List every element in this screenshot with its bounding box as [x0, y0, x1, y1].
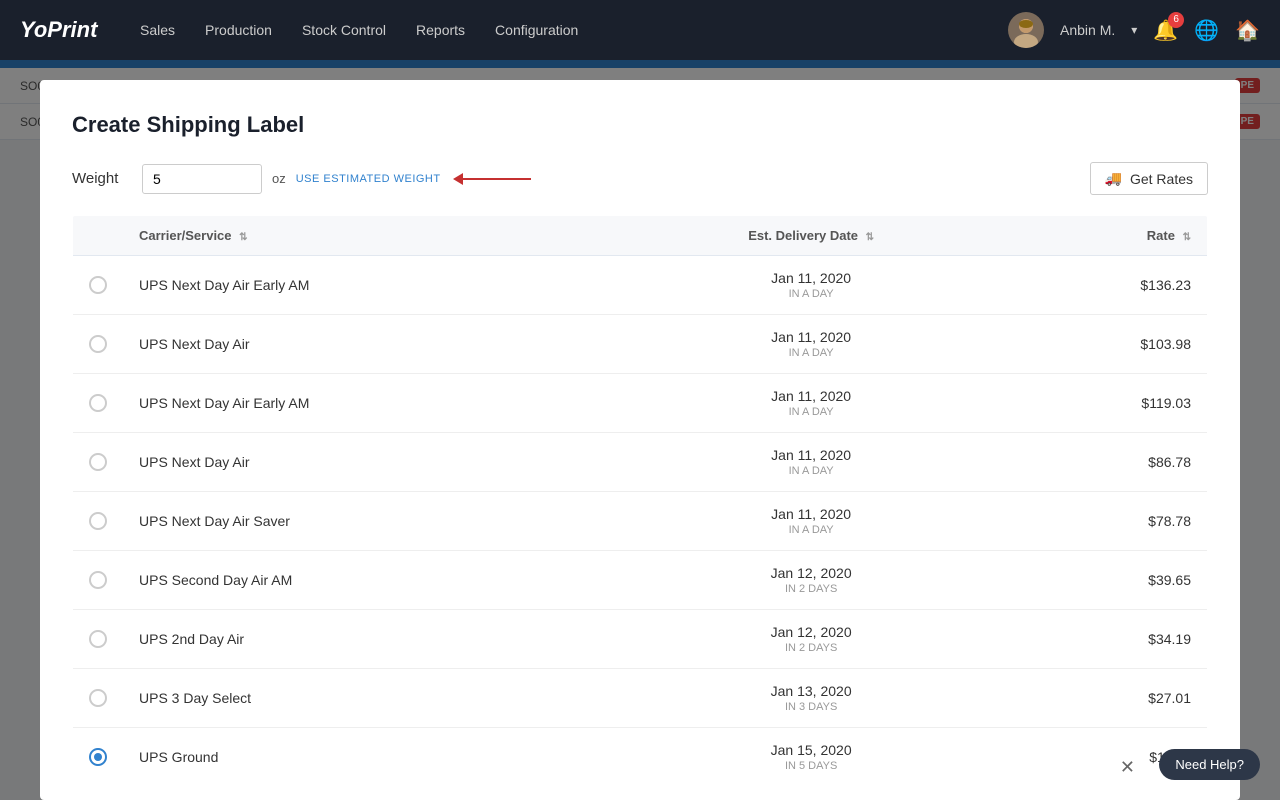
carrier-name: UPS Next Day Air	[123, 315, 618, 374]
rate-value: $136.23	[1004, 256, 1207, 315]
nav-items: Sales Production Stock Control Reports C…	[140, 18, 978, 42]
radio-btn-6[interactable]	[89, 630, 107, 648]
rate-value: $78.78	[1004, 492, 1207, 551]
radio-btn-7[interactable]	[89, 689, 107, 707]
delivery-date: Jan 11, 2020IN A DAY	[618, 374, 1004, 433]
avatar	[1008, 12, 1044, 48]
rate-value: $103.98	[1004, 315, 1207, 374]
radio-btn-0[interactable]	[89, 276, 107, 294]
need-help-button[interactable]: Need Help?	[1159, 749, 1260, 780]
table-row: UPS Next Day Air Early AMJan 11, 2020IN …	[73, 374, 1208, 433]
globe-icon[interactable]: 🌐	[1194, 18, 1219, 43]
delivery-sub: IN 5 DAYS	[634, 760, 988, 772]
nav-reports[interactable]: Reports	[416, 18, 465, 42]
table-row: UPS Next Day Air SaverJan 11, 2020IN A D…	[73, 492, 1208, 551]
carrier-sort-icon[interactable]: ⇅	[239, 232, 247, 243]
get-rates-label: Get Rates	[1130, 171, 1193, 187]
rate-column-header: Rate ⇅	[1004, 216, 1207, 256]
table-row: UPS 2nd Day AirJan 12, 2020IN 2 DAYS$34.…	[73, 610, 1208, 669]
delivery-sub: IN A DAY	[634, 406, 988, 418]
delivery-sub: IN A DAY	[634, 465, 988, 477]
radio-btn-3[interactable]	[89, 453, 107, 471]
create-shipping-label-modal: Create Shipping Label Weight oz USE ESTI…	[40, 80, 1240, 800]
delivery-date: Jan 12, 2020IN 2 DAYS	[618, 551, 1004, 610]
delivery-date: Jan 11, 2020IN A DAY	[618, 492, 1004, 551]
nav-sales[interactable]: Sales	[140, 18, 175, 42]
carrier-name: UPS Next Day Air Saver	[123, 492, 618, 551]
nav-configuration[interactable]: Configuration	[495, 18, 578, 42]
delivery-sub: IN 2 DAYS	[634, 642, 988, 654]
home-icon[interactable]: 🏠	[1235, 18, 1260, 43]
nav-production[interactable]: Production	[205, 18, 272, 42]
delivery-date: Jan 15, 2020IN 5 DAYS	[618, 728, 1004, 787]
table-row: UPS Next Day AirJan 11, 2020IN A DAY$86.…	[73, 433, 1208, 492]
delivery-sort-icon[interactable]: ⇅	[866, 232, 874, 243]
radio-btn-5[interactable]	[89, 571, 107, 589]
radio-btn-8[interactable]	[89, 748, 107, 766]
delivery-sub: IN 2 DAYS	[634, 583, 988, 595]
carrier-column-header: Carrier/Service ⇅	[123, 216, 618, 256]
truck-icon: 🚚	[1105, 170, 1122, 187]
carrier-name: UPS Next Day Air Early AM	[123, 374, 618, 433]
carrier-name: UPS Second Day Air AM	[123, 551, 618, 610]
table-row: UPS Next Day AirJan 11, 2020IN A DAY$103…	[73, 315, 1208, 374]
radio-btn-1[interactable]	[89, 335, 107, 353]
arrow-indicator	[461, 178, 531, 180]
delivery-sub: IN A DAY	[634, 347, 988, 359]
user-name: Anbin M.	[1060, 22, 1115, 38]
weight-input[interactable]	[142, 164, 262, 194]
carrier-name: UPS Next Day Air Early AM	[123, 256, 618, 315]
rate-value: $86.78	[1004, 433, 1207, 492]
table-row: UPS GroundJan 15, 2020IN 5 DAYS$11.14	[73, 728, 1208, 787]
carrier-name: UPS 3 Day Select	[123, 669, 618, 728]
modal-title: Create Shipping Label	[72, 112, 1208, 138]
weight-row: Weight oz USE ESTIMATED WEIGHT 🚚 Get Rat…	[72, 162, 1208, 195]
notification-count: 6	[1168, 12, 1184, 28]
app-logo: YoPrint	[20, 17, 100, 43]
radio-btn-2[interactable]	[89, 394, 107, 412]
weight-unit: oz	[272, 171, 286, 186]
delivery-date: Jan 11, 2020IN A DAY	[618, 315, 1004, 374]
rates-table: Carrier/Service ⇅ Est. Delivery Date ⇅ R…	[72, 215, 1208, 787]
delivery-date: Jan 11, 2020IN A DAY	[618, 256, 1004, 315]
close-help-icon[interactable]: ✕	[1120, 757, 1135, 778]
carrier-name: UPS Next Day Air	[123, 433, 618, 492]
table-row: UPS Second Day Air AMJan 12, 2020IN 2 DA…	[73, 551, 1208, 610]
arrow-line	[461, 178, 531, 180]
select-column-header	[73, 216, 124, 256]
carrier-name: UPS 2nd Day Air	[123, 610, 618, 669]
delivery-sub: IN A DAY	[634, 288, 988, 300]
nav-right: Anbin M. ▾ 🔔 6 🌐 🏠	[1008, 12, 1260, 48]
rate-value: $119.03	[1004, 374, 1207, 433]
carrier-name: UPS Ground	[123, 728, 618, 787]
table-row: UPS 3 Day SelectJan 13, 2020IN 3 DAYS$27…	[73, 669, 1208, 728]
modal-overlay: Create Shipping Label Weight oz USE ESTI…	[0, 60, 1280, 800]
table-row: UPS Next Day Air Early AMJan 11, 2020IN …	[73, 256, 1208, 315]
notification-badge[interactable]: 🔔 6	[1153, 18, 1178, 43]
weight-label: Weight	[72, 170, 132, 187]
rate-value: $34.19	[1004, 610, 1207, 669]
delivery-date: Jan 12, 2020IN 2 DAYS	[618, 610, 1004, 669]
delivery-date: Jan 13, 2020IN 3 DAYS	[618, 669, 1004, 728]
rate-value: $39.65	[1004, 551, 1207, 610]
delivery-sub: IN 3 DAYS	[634, 701, 988, 713]
get-rates-button[interactable]: 🚚 Get Rates	[1090, 162, 1208, 195]
use-estimated-weight-link[interactable]: USE ESTIMATED WEIGHT	[296, 173, 441, 185]
delivery-date-column-header: Est. Delivery Date ⇅	[618, 216, 1004, 256]
nav-stock-control[interactable]: Stock Control	[302, 18, 386, 42]
rate-value: $27.01	[1004, 669, 1207, 728]
delivery-date: Jan 11, 2020IN A DAY	[618, 433, 1004, 492]
dropdown-arrow-icon[interactable]: ▾	[1131, 23, 1137, 37]
rate-sort-icon[interactable]: ⇅	[1183, 232, 1191, 243]
radio-inner	[94, 753, 102, 761]
delivery-sub: IN A DAY	[634, 524, 988, 536]
navbar: YoPrint Sales Production Stock Control R…	[0, 0, 1280, 60]
radio-btn-4[interactable]	[89, 512, 107, 530]
